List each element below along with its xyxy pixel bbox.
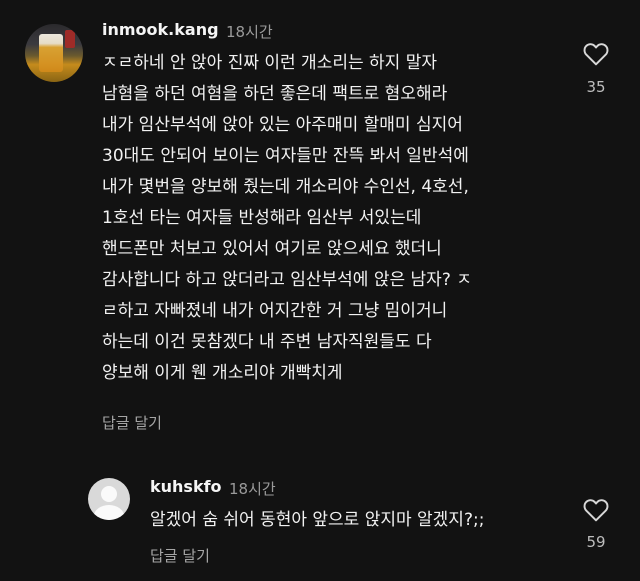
comment-line: 남혐을 하던 여혐을 하던 좋은데 팩트로 혐오해라 (102, 84, 448, 104)
comment-line: ㅈㄹ하네 안 앉아 진짜 이런 개소리는 하지 말자 (102, 53, 437, 73)
comment-line: 내가 임산부석에 앉아 있는 아주매미 할매미 심지어 (102, 115, 463, 135)
beer-glass-icon (39, 34, 63, 72)
like-count: 35 (586, 78, 606, 96)
comment-body: 알겠어 숨 쉬어 동현아 앞으로 앉지마 알겠지?;; (150, 505, 484, 536)
comment-line: 내가 몇번을 양보해 줬는데 개소리야 수인선, 4호선, (102, 177, 469, 197)
comment-time: 18시간 (229, 480, 276, 498)
avatar[interactable] (88, 478, 130, 520)
avatar[interactable] (25, 24, 83, 82)
heart-icon[interactable] (583, 498, 609, 522)
comment-line: 1호선 타는 여자들 반성해라 임산부 서있는데 (102, 208, 422, 228)
heart-icon[interactable] (583, 42, 609, 66)
comment-body: ㅈㄹ하네 안 앉아 진짜 이런 개소리는 하지 말자 남혐을 하던 여혐을 하던… (102, 48, 472, 389)
comment-username[interactable]: kuhskfo (150, 477, 222, 496)
reply-button[interactable]: 답글 달기 (102, 412, 162, 433)
comment-line: 30대도 안되어 보이는 여자들만 잔뜩 봐서 일반석에 (102, 146, 469, 166)
comment-time: 18시간 (226, 23, 273, 41)
default-avatar-icon (101, 486, 117, 502)
reply-button[interactable]: 답글 달기 (150, 545, 210, 566)
background-detail (65, 30, 75, 48)
comment-line: 하는데 이건 못참겠다 내 주변 남자직원들도 다 (102, 332, 432, 352)
comment-line: 감사합니다 하고 앉더라고 임산부석에 앉은 남자? ㅈ (102, 270, 472, 290)
comment-username[interactable]: inmook.kang (102, 20, 219, 39)
comment-line: 알겠어 숨 쉬어 동현아 앞으로 앉지마 알겠지?;; (150, 510, 485, 530)
like-count: 59 (586, 533, 606, 551)
comment-line: 핸드폰만 처보고 있어서 여기로 앉으세요 했더니 (102, 239, 442, 259)
comment-line: ㄹ하고 자빠졌네 내가 어지간한 거 그냥 밈이거니 (102, 301, 448, 321)
comment-line: 양보해 이게 웬 개소리야 개빡치게 (102, 363, 343, 383)
